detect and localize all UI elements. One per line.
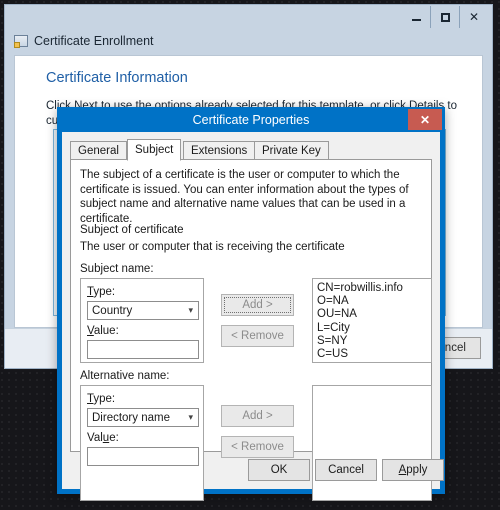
- section-heading: Subject of certificate: [80, 224, 184, 236]
- ok-button[interactable]: OK: [248, 459, 310, 481]
- window-controls: ✕: [402, 6, 488, 28]
- apply-button[interactable]: Apply: [382, 459, 444, 481]
- subject-add-button[interactable]: Add >: [221, 294, 294, 316]
- subject-value-input[interactable]: [87, 340, 199, 359]
- tab-extensions[interactable]: Extensions: [183, 141, 256, 160]
- dialog-titlebar[interactable]: Certificate Properties: [57, 107, 445, 132]
- close-button[interactable]: ✕: [459, 6, 488, 28]
- cancel-button[interactable]: Cancel: [315, 459, 377, 481]
- apply-label-accel: A: [398, 464, 407, 476]
- subject-name-fields: Type: Country ▾ Value:: [80, 278, 204, 363]
- dialog-close-button[interactable]: ✕: [408, 109, 442, 130]
- alternative-add-button[interactable]: Add >: [221, 405, 294, 427]
- tab-private-key[interactable]: Private Key: [254, 141, 329, 160]
- tab-general[interactable]: General: [70, 141, 127, 160]
- subject-name-listbox[interactable]: CN=robwillis.info O=NA OU=NA L=City S=NY…: [312, 278, 432, 363]
- minimize-button[interactable]: [402, 6, 430, 28]
- list-item[interactable]: CN=robwillis.info: [317, 282, 427, 295]
- subject-remove-label: < Remove: [231, 330, 284, 342]
- alternative-type-value: Directory name: [92, 411, 170, 424]
- subject-add-label: Add >: [242, 299, 273, 311]
- subject-name-label: Subject name:: [80, 263, 154, 275]
- dialog-body: General Subject Extensions Private Key T…: [62, 132, 444, 501]
- list-item[interactable]: OU=NA: [317, 308, 427, 321]
- list-item[interactable]: S=NY: [317, 335, 427, 348]
- chevron-down-icon: ▾: [188, 305, 193, 315]
- list-item[interactable]: C=US: [317, 348, 427, 361]
- list-item[interactable]: L=City: [317, 322, 427, 335]
- alternative-name-label: Alternative name:: [80, 370, 170, 382]
- dialog-footer: OK Cancel Apply: [62, 452, 444, 489]
- alternative-add-label: Add >: [242, 410, 273, 422]
- subject-type-label: Type:: [87, 286, 116, 298]
- subject-value-label: Value:: [87, 325, 119, 337]
- alternative-type-label: Type:: [87, 393, 116, 405]
- window-title: Certificate Enrollment: [34, 34, 154, 48]
- close-icon: ✕: [419, 112, 431, 127]
- screen: ✕ Certificate Enrollment Certificate Inf…: [0, 0, 500, 510]
- maximize-icon: [440, 12, 450, 22]
- tab-strip: General Subject Extensions Private Key: [70, 139, 432, 161]
- chevron-down-icon: ▾: [188, 412, 193, 422]
- subject-remove-button[interactable]: < Remove: [221, 325, 294, 347]
- page-title: Certificate Information: [46, 70, 188, 86]
- certificate-icon: [14, 35, 28, 48]
- dialog-title: Certificate Properties: [192, 112, 310, 127]
- minimize-icon: [411, 19, 421, 21]
- apply-label-rest: pply: [406, 464, 428, 476]
- certificate-properties-dialog: Certificate Properties ✕ General Subject…: [57, 107, 445, 501]
- tab-page-subject: The subject of a certificate is the user…: [70, 159, 432, 501]
- alternative-value-label: Value:: [87, 432, 119, 444]
- list-item[interactable]: O=NA: [317, 295, 427, 308]
- section-text: The user or computer that is receiving t…: [80, 241, 345, 253]
- close-icon: ✕: [468, 10, 480, 24]
- window-titlebar[interactable]: ✕: [5, 5, 492, 29]
- window-header: Certificate Enrollment: [5, 29, 492, 53]
- alternative-type-select[interactable]: Directory name ▾: [87, 408, 199, 427]
- maximize-button[interactable]: [430, 6, 459, 28]
- tab-subject[interactable]: Subject: [127, 139, 182, 161]
- subject-type-value: Country: [92, 304, 133, 317]
- tab-description: The subject of a certificate is the user…: [80, 169, 409, 225]
- subject-type-select[interactable]: Country ▾: [87, 301, 199, 320]
